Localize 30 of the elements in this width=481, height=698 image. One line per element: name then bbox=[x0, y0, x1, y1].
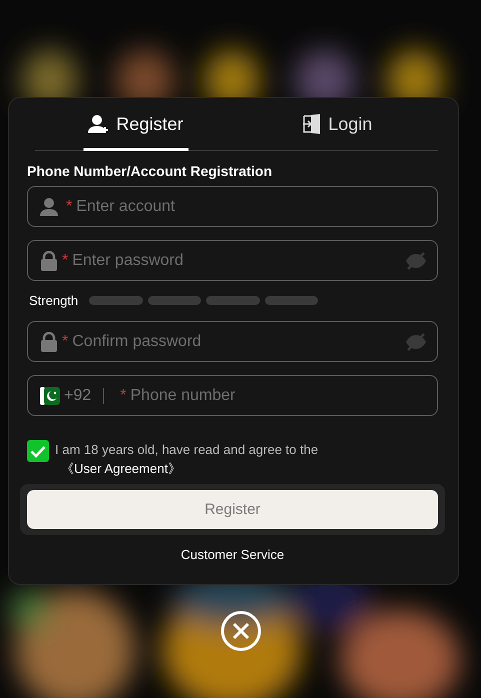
required-mark: * bbox=[66, 198, 72, 216]
password-field[interactable]: * Confirm password bbox=[27, 321, 438, 362]
lock-icon bbox=[40, 250, 58, 270]
password-input[interactable]: Confirm password bbox=[72, 332, 401, 350]
account-input[interactable]: Enter account bbox=[76, 198, 427, 216]
tab[interactable]: Login bbox=[236, 98, 438, 150]
login-icon bbox=[302, 113, 322, 135]
user-agreement-link[interactable]: 《User Agreement》 bbox=[61, 461, 181, 476]
phone-field[interactable]: +92 * Phone number bbox=[27, 375, 438, 416]
close-icon bbox=[232, 622, 250, 640]
required-mark: * bbox=[62, 332, 68, 350]
agreement-text: I am 18 years old, have read and agree to the 《User Agreement》 bbox=[55, 441, 320, 478]
tab[interactable]: Register bbox=[35, 98, 236, 150]
check-icon bbox=[30, 444, 46, 458]
required-mark: * bbox=[62, 252, 68, 270]
section-title: Phone Number/Account Registration bbox=[27, 163, 274, 179]
account-field[interactable]: * Enter account bbox=[27, 186, 438, 227]
required-mark: * bbox=[120, 386, 126, 404]
add-user-icon bbox=[88, 114, 110, 134]
strength-label: Strength bbox=[29, 293, 78, 308]
password-field[interactable]: * Enter password bbox=[27, 240, 438, 281]
flag-icon bbox=[40, 386, 60, 404]
close-button[interactable] bbox=[220, 611, 260, 651]
agreement-checkbox[interactable] bbox=[27, 440, 49, 462]
lock-icon bbox=[40, 332, 58, 352]
register-button[interactable]: Register bbox=[27, 490, 438, 529]
password-input[interactable]: Enter password bbox=[72, 252, 401, 270]
customer-service-link[interactable]: Customer Service bbox=[27, 547, 438, 562]
country-code[interactable]: +92 bbox=[64, 388, 104, 404]
phone-input[interactable]: Phone number bbox=[130, 386, 427, 404]
